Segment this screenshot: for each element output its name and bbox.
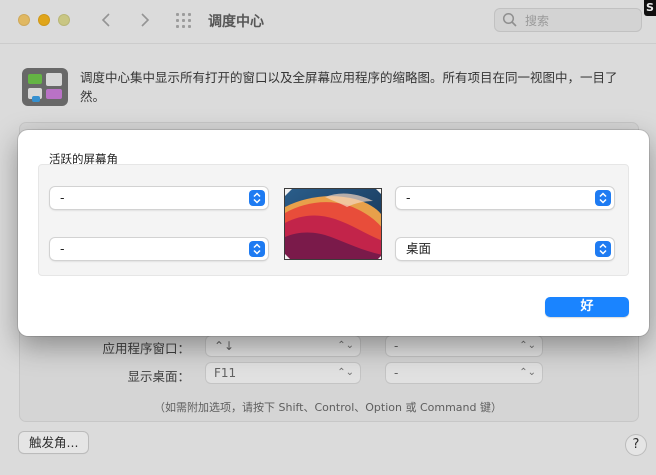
bottom-right-corner-select[interactable]: 桌面 — [396, 238, 614, 260]
chevron-updown-icon — [595, 241, 611, 257]
chevron-updown-icon — [249, 241, 265, 257]
bottom-right-corner-value: 桌面 — [406, 241, 432, 256]
chevron-updown-icon — [595, 190, 611, 206]
top-right-corner-value: - — [406, 190, 411, 205]
bottom-left-corner-select[interactable]: - — [50, 238, 268, 260]
system-preferences-window: 调度中心 S 调度中心集中显示所有打开的窗口以及全屏幕应用程序的缩略图。所有项目… — [0, 0, 656, 475]
hot-corners-dialog: 活跃的屏幕角 - - - 桌面 好 — [18, 130, 649, 336]
chevron-updown-icon — [249, 190, 265, 206]
bottom-left-corner-value: - — [60, 241, 65, 256]
top-left-corner-value: - — [60, 190, 65, 205]
top-right-corner-select[interactable]: - — [396, 187, 614, 209]
top-left-corner-select[interactable]: - — [50, 187, 268, 209]
ok-button[interactable]: 好 — [545, 297, 629, 317]
desktop-preview-image — [284, 188, 382, 260]
